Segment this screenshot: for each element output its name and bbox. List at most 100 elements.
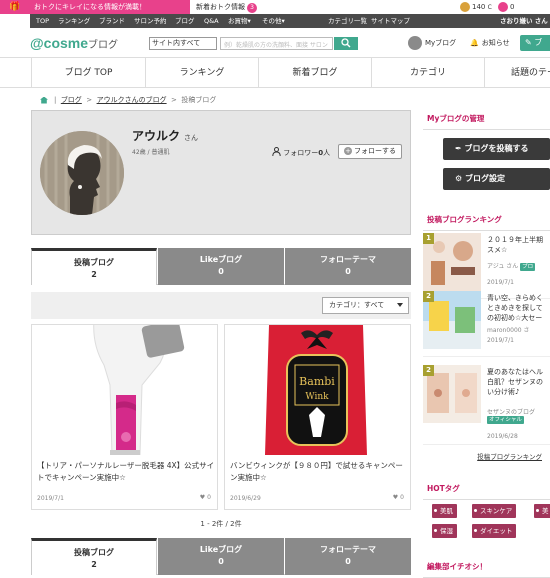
plus-icon: + <box>344 147 352 155</box>
promo-banner[interactable]: おトクにキレイになる情報が満載！ <box>30 0 190 14</box>
tag-skincare[interactable]: スキンケア <box>472 504 517 518</box>
user-avatar <box>408 36 422 50</box>
points-value: 140 <box>472 3 486 11</box>
main-nav-new-blog[interactable]: 新着ブログ <box>258 58 371 88</box>
header: @cosmeブログ サイト内すべて 例）乾燥肌の方の洗顔料、面接 サロン Myブ… <box>0 28 550 58</box>
post-card[interactable]: 【トリア・パーソナルレーザー脱毛器 4X】公式サイトでキャンペーン実施中☆ 20… <box>31 324 218 510</box>
user-name[interactable]: さおり嫌い さん <box>500 14 548 28</box>
main-nav-category[interactable]: カテゴリ <box>371 58 484 88</box>
tab-posted-count: 2 <box>91 270 97 279</box>
sidebar-post-blog-button[interactable]: ✒ ブログを投稿する <box>443 138 550 160</box>
sitemap-link[interactable]: サイトマップ <box>371 14 410 28</box>
post-blog-button[interactable]: ✎ ブ <box>520 35 550 51</box>
main-nav-topic-theme[interactable]: 話題のテー <box>484 58 550 88</box>
notification-link[interactable]: 🔔 お知らせ <box>470 36 510 50</box>
tab-themes-count: 0 <box>345 557 351 566</box>
post-date: 2019/6/29 <box>230 495 261 502</box>
category-select[interactable]: カテゴリ：すべて <box>322 297 409 314</box>
profile-honorific: さん <box>184 134 199 142</box>
global-nav-qa[interactable]: Q&A <box>204 14 219 28</box>
breadcrumb-user-blog[interactable]: アウルクさんのブログ <box>97 96 167 104</box>
post-likes-count: 0 <box>207 494 211 501</box>
feather-icon: ✒ <box>455 144 465 153</box>
new-info-link[interactable]: 新着おトク情報 3 <box>196 1 257 13</box>
follow-button[interactable]: + フォローする <box>338 144 402 159</box>
tab-posted-blogs[interactable]: 投稿ブログ 2 <box>31 248 157 285</box>
tag-bihada[interactable]: 美肌 <box>432 504 457 518</box>
tab-themes-label: フォローテーマ <box>320 545 376 554</box>
profile-meta: 42歳 / 普通肌 <box>132 149 170 156</box>
post-date: 2019/7/1 <box>37 495 64 502</box>
tab-liked-label: Likeブログ <box>199 545 243 554</box>
tab-posted-blogs[interactable]: 投稿ブログ 2 <box>31 538 157 575</box>
tab-liked-blogs[interactable]: Likeブログ 0 <box>158 248 284 285</box>
ranking-title-line: い分け術♪ <box>487 388 520 396</box>
follower-label: フォロワー <box>283 149 319 157</box>
category-select-value: カテゴリ：すべて <box>329 301 385 309</box>
ranking-user-name: アジュ さん <box>487 263 519 270</box>
main-nav-ranking[interactable]: ランキング <box>145 58 258 88</box>
tab-follow-themes[interactable]: フォローテーマ 0 <box>285 538 411 575</box>
gear-icon: ⚙ <box>455 174 465 183</box>
global-nav-other[interactable]: その他▾ <box>262 14 285 28</box>
search-icon <box>341 38 351 48</box>
ranking-title[interactable]: ２０１９年上半期 スメ☆ <box>487 235 550 255</box>
tag-diet[interactable]: ダイエット <box>472 524 517 538</box>
sidebar-manage-heading: Myブログの管理 <box>423 112 550 130</box>
global-nav-shopping[interactable]: お買物▾ <box>228 14 251 28</box>
search-button[interactable] <box>334 37 358 50</box>
global-nav-ranking[interactable]: ランキング <box>58 14 90 28</box>
avatar-silhouette-image <box>40 131 124 215</box>
global-nav-brand[interactable]: ブランド <box>99 14 125 28</box>
myblog-link[interactable]: Myブログ <box>408 36 456 50</box>
category-list-link[interactable]: カテゴリ一覧 <box>328 14 367 28</box>
hot-tag-heading: HOTタグ <box>423 482 550 500</box>
sidebar-blog-settings-button[interactable]: ⚙ ブログ設定 <box>443 168 550 190</box>
post-image-bambi[interactable]: Bambi Wink <box>225 325 410 455</box>
person-icon <box>272 147 281 157</box>
ranking-title-line: の初初め☆大セー <box>487 314 543 322</box>
myblog-label: Myブログ <box>425 39 457 47</box>
post-title[interactable]: バンビウィンクが【９８０円】で試せるキャンペーン実施中☆ <box>230 460 408 484</box>
svg-text:Bambi: Bambi <box>299 375 335 388</box>
global-nav-blog[interactable]: ブログ <box>175 14 195 28</box>
search-scope-select[interactable]: サイト内すべて <box>149 37 217 50</box>
points-display[interactable]: 140 C 0 <box>460 1 515 14</box>
ranking-item[interactable]: 1 ２０１９年上半期 スメ☆ アジュ さん プロ 2019/7/1 <box>423 233 550 299</box>
tab-liked-blogs[interactable]: Likeブログ 0 <box>158 538 284 575</box>
chevron-down-icon <box>397 303 403 307</box>
tag-bi[interactable]: 美 <box>534 504 550 518</box>
ranking-item[interactable]: 2 夏のあなたはヘル 白肌？セザンヌの い分け術♪ セザンヌのブログ オフィシャル 2… <box>423 365 550 445</box>
tab-liked-label: Likeブログ <box>199 255 243 264</box>
tab-follow-themes[interactable]: フォローテーマ 0 <box>285 248 411 285</box>
ranking-title[interactable]: 夏のあなたはヘル 白肌？セザンヌの い分け術♪ <box>487 367 550 397</box>
main-nav-blog-top[interactable]: ブログ TOP <box>31 58 145 88</box>
global-nav-top[interactable]: TOP <box>36 14 49 28</box>
ranking-user: maron0000 さ <box>487 327 530 334</box>
post-likes: ♥ 0 <box>200 494 211 501</box>
ranking-date: 2019/7/1 <box>487 337 514 344</box>
global-nav-salon[interactable]: サロン予約 <box>134 14 167 28</box>
cosme-logo[interactable]: @cosmeブログ <box>30 35 118 51</box>
heart-icon: ♥ <box>392 494 399 501</box>
pagination-summary: 1 - 2件 / 2件 <box>200 520 242 528</box>
breadcrumb-blog[interactable]: ブログ <box>61 96 82 104</box>
profile-avatar[interactable] <box>40 131 124 215</box>
ranking-more-link[interactable]: 投稿ブログランキング <box>423 450 550 464</box>
home-icon[interactable] <box>40 96 48 104</box>
blog-tabs-bottom: 投稿ブログ 2 Likeブログ 0 フォローテーマ 0 <box>31 538 411 575</box>
search-input[interactable]: 例）乾燥肌の方の洗顔料、面接 サロン <box>220 37 333 50</box>
ranking-title[interactable]: 青い空、きらめく ときめきを探して の初初め☆大セー <box>487 293 550 323</box>
tag-hoshitsu[interactable]: 保湿 <box>432 524 457 538</box>
editor-pickup-heading: 編集部イチオシ！ <box>423 560 550 578</box>
follower-count[interactable]: フォロワー0人 <box>272 147 330 158</box>
post-title[interactable]: 【トリア・パーソナルレーザー脱毛器 4X】公式サイトでキャンペーン実施中☆ <box>37 460 215 484</box>
post-card[interactable]: Bambi Wink バンビウィンクが【９８０円】で試せるキャンペーン実施中☆ … <box>224 324 411 510</box>
post-image-laser[interactable] <box>32 325 217 455</box>
tab-posted-label: 投稿ブログ <box>74 548 114 557</box>
ranking-item[interactable]: 2 青い空、きらめく ときめきを探して の初初め☆大セー maron0000 さ 2… <box>423 291 550 357</box>
sidebar-ranking-heading: 投稿ブログランキング <box>423 213 550 231</box>
gift-icon[interactable]: 🎁 <box>0 0 30 14</box>
post-blog-label: ブ <box>534 38 543 47</box>
new-info-label: 新着おトク情報 <box>196 3 245 11</box>
